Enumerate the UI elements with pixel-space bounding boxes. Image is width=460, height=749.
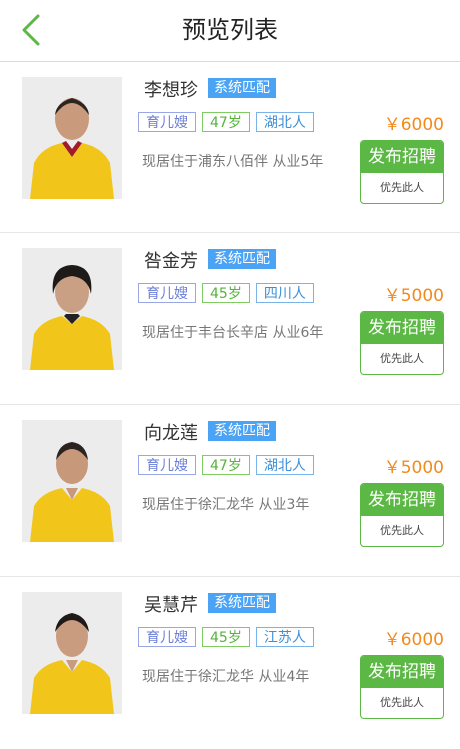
header-bar: 预览列表 xyxy=(0,0,460,62)
publish-recruitment-button[interactable]: 发布招聘 xyxy=(361,484,443,516)
candidate-photo xyxy=(22,592,122,714)
tag-list: 育儿嫂 45岁 江苏人 xyxy=(138,627,314,647)
publish-recruitment-button[interactable]: 发布招聘 xyxy=(361,312,443,344)
region-tag: 江苏人 xyxy=(255,627,314,647)
prefer-candidate-button[interactable]: 优先此人 xyxy=(361,173,443,203)
region-tag: 湖北人 xyxy=(255,112,314,132)
candidate-card[interactable]: 吴慧芹 系统匹配 育儿嫂 45岁 江苏人 现居住于徐汇龙华 从业4年 ￥6000… xyxy=(0,577,460,749)
candidate-name: 李想珍 xyxy=(144,80,198,101)
page-title: 预览列表 xyxy=(182,16,278,44)
candidate-card[interactable]: 咎金芳 系统匹配 育儿嫂 45岁 四川人 现居住于丰台长辛店 从业6年 ￥500… xyxy=(0,233,460,405)
prefer-candidate-button[interactable]: 优先此人 xyxy=(361,516,443,546)
age-tag: 45岁 xyxy=(202,283,250,303)
job-tag: 育儿嫂 xyxy=(138,627,196,647)
region-tag: 四川人 xyxy=(255,283,314,303)
match-badge: 系统匹配 xyxy=(208,249,276,269)
action-box: 发布招聘 优先此人 xyxy=(360,655,444,719)
job-tag: 育儿嫂 xyxy=(138,455,196,475)
match-badge: 系统匹配 xyxy=(208,421,276,441)
salary-price: ￥6000 xyxy=(383,115,444,135)
action-box: 发布招聘 优先此人 xyxy=(360,140,444,204)
salary-price: ￥5000 xyxy=(383,458,444,478)
prefer-candidate-button[interactable]: 优先此人 xyxy=(361,688,443,718)
job-tag: 育儿嫂 xyxy=(138,283,196,303)
candidate-photo xyxy=(22,248,122,370)
candidate-description: 现居住于浦东八佰伴 从业5年 xyxy=(142,154,324,170)
age-tag: 47岁 xyxy=(202,112,250,132)
age-tag: 45岁 xyxy=(202,627,250,647)
prefer-candidate-button[interactable]: 优先此人 xyxy=(361,344,443,374)
publish-recruitment-button[interactable]: 发布招聘 xyxy=(361,141,443,173)
candidate-card[interactable]: 李想珍 系统匹配 育儿嫂 47岁 湖北人 现居住于浦东八佰伴 从业5年 ￥600… xyxy=(0,62,460,233)
candidate-card[interactable]: 向龙莲 系统匹配 育儿嫂 47岁 湖北人 现居住于徐汇龙华 从业3年 ￥5000… xyxy=(0,405,460,577)
salary-price: ￥6000 xyxy=(383,630,444,650)
candidate-description: 现居住于徐汇龙华 从业4年 xyxy=(142,669,310,685)
match-badge: 系统匹配 xyxy=(208,78,276,98)
candidate-name: 向龙莲 xyxy=(144,423,198,444)
salary-price: ￥5000 xyxy=(383,286,444,306)
candidate-list: 李想珍 系统匹配 育儿嫂 47岁 湖北人 现居住于浦东八佰伴 从业5年 ￥600… xyxy=(0,62,460,749)
tag-list: 育儿嫂 47岁 湖北人 xyxy=(138,455,314,475)
candidate-description: 现居住于丰台长辛店 从业6年 xyxy=(142,325,324,341)
candidate-photo xyxy=(22,420,122,542)
candidate-description: 现居住于徐汇龙华 从业3年 xyxy=(142,497,310,513)
match-badge: 系统匹配 xyxy=(208,593,276,613)
candidate-name: 咎金芳 xyxy=(144,251,198,272)
region-tag: 湖北人 xyxy=(255,455,314,475)
action-box: 发布招聘 优先此人 xyxy=(360,311,444,375)
tag-list: 育儿嫂 47岁 湖北人 xyxy=(138,112,314,132)
job-tag: 育儿嫂 xyxy=(138,112,196,132)
candidate-name: 吴慧芹 xyxy=(144,595,198,616)
publish-recruitment-button[interactable]: 发布招聘 xyxy=(361,656,443,688)
action-box: 发布招聘 优先此人 xyxy=(360,483,444,547)
candidate-photo xyxy=(22,77,122,199)
age-tag: 47岁 xyxy=(202,455,250,475)
tag-list: 育儿嫂 45岁 四川人 xyxy=(138,283,314,303)
